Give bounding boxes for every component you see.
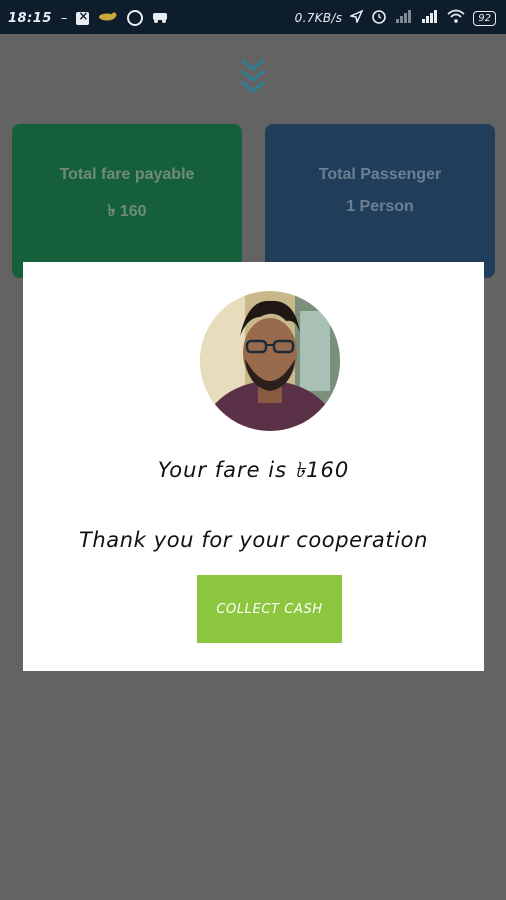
tree-app-icon bbox=[127, 10, 144, 26]
signal-weak-icon bbox=[395, 9, 413, 27]
dash-icon: – bbox=[60, 10, 68, 26]
total-passenger-card: Total Passenger 1 Person bbox=[265, 124, 495, 278]
status-time: 18:15 bbox=[8, 10, 52, 26]
network-speed: 0.7KB/s bbox=[294, 11, 343, 25]
car-icon bbox=[152, 9, 168, 27]
status-left: 18:15 – bbox=[8, 9, 168, 27]
wifi-icon bbox=[447, 9, 465, 27]
expand-chevron-icon[interactable] bbox=[236, 56, 270, 100]
battery-indicator: 92 bbox=[473, 10, 496, 26]
status-bar: 18:15 – 0.7KB/s 92 bbox=[0, 0, 506, 34]
fare-dialog: Your fare is ৳160 Thank you for your coo… bbox=[23, 262, 484, 671]
rabbit-app-icon bbox=[98, 10, 118, 26]
status-right: 0.7KB/s 92 bbox=[295, 8, 496, 28]
total-passenger-label: Total Passenger bbox=[318, 166, 442, 183]
fare-message: Your fare is ৳160 bbox=[157, 458, 350, 482]
notification-app-icon bbox=[76, 9, 90, 25]
total-fare-label: Total fare payable bbox=[59, 166, 195, 183]
total-fare-value: ৳ 160 bbox=[107, 203, 147, 220]
total-passenger-value: 1 Person bbox=[346, 198, 414, 215]
collect-cash-button[interactable]: COLLECT CASH bbox=[197, 575, 342, 643]
passenger-avatar bbox=[200, 291, 340, 431]
thanks-message: Thank you for your cooperation bbox=[78, 528, 429, 552]
total-fare-card: Total fare payable ৳ 160 bbox=[12, 124, 242, 278]
location-arrow-icon bbox=[348, 8, 364, 27]
alarm-icon bbox=[371, 8, 387, 28]
signal-strong-icon bbox=[421, 9, 439, 27]
